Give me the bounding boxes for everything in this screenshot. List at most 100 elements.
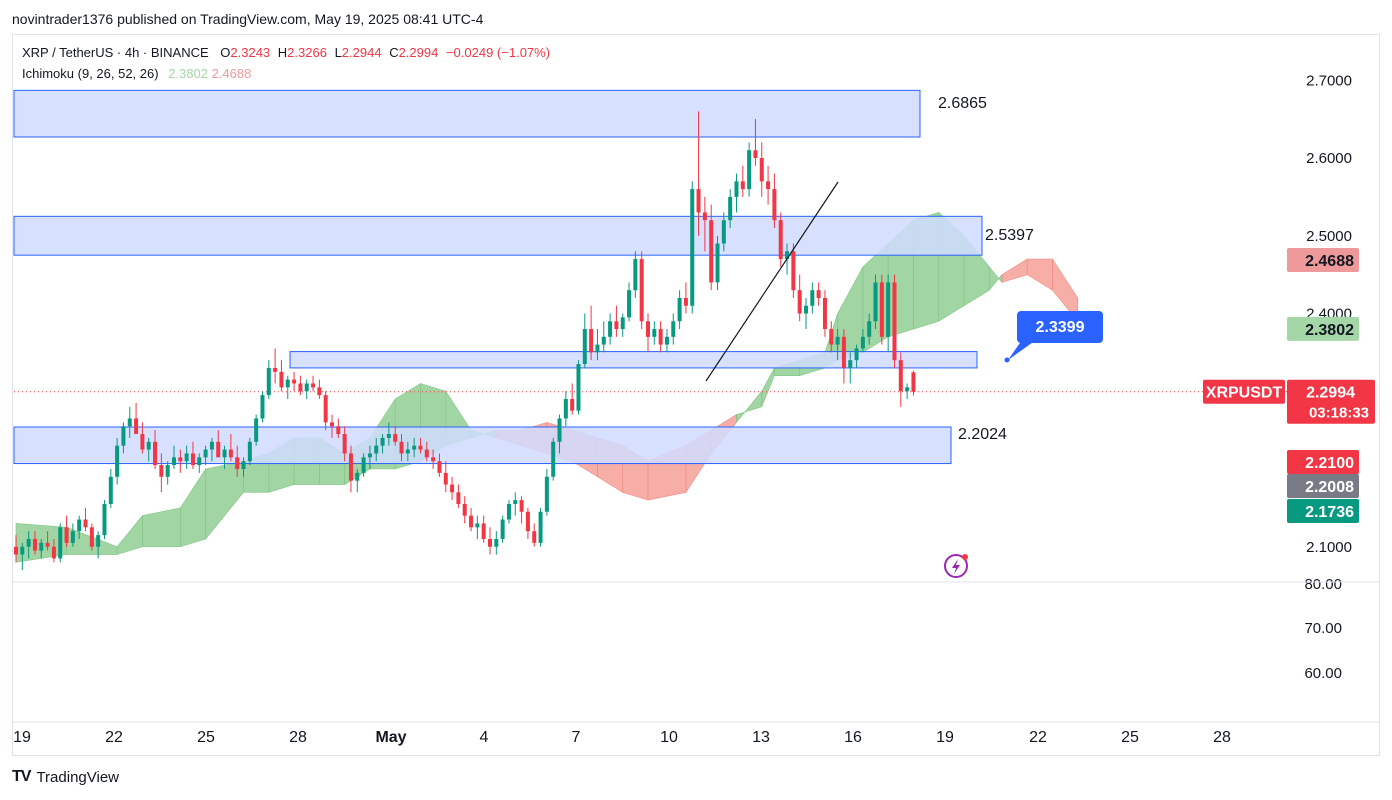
candle-body[interactable] <box>582 329 587 365</box>
candle-body[interactable] <box>172 457 176 466</box>
lightning-icon[interactable] <box>944 554 968 578</box>
candle-body[interactable] <box>721 220 726 244</box>
candle-body[interactable] <box>393 434 398 442</box>
candle-body[interactable] <box>576 364 581 411</box>
candle-body[interactable] <box>677 297 682 322</box>
candle-body[interactable] <box>279 371 284 388</box>
candle-body[interactable] <box>336 426 341 435</box>
candle-body[interactable] <box>355 472 360 481</box>
candle-body[interactable] <box>620 317 625 330</box>
candle-body[interactable] <box>860 336 865 349</box>
candle-body[interactable] <box>241 461 246 469</box>
candle-body[interactable] <box>753 150 758 158</box>
candle-body[interactable] <box>197 457 202 466</box>
candle-body[interactable] <box>639 259 644 322</box>
candle-body[interactable] <box>184 453 189 462</box>
candle-body[interactable] <box>424 449 429 458</box>
candle-body[interactable] <box>898 360 903 392</box>
candle-body[interactable] <box>437 461 442 473</box>
candle-body[interactable] <box>873 282 878 322</box>
candle-body[interactable] <box>469 515 474 528</box>
candle-body[interactable] <box>702 212 707 221</box>
candle-body[interactable] <box>570 399 575 411</box>
candle-body[interactable] <box>734 181 739 197</box>
candle-body[interactable] <box>519 500 524 512</box>
candle-body[interactable] <box>165 465 170 477</box>
candle-body[interactable] <box>778 220 783 260</box>
candle-body[interactable] <box>481 523 486 539</box>
candle-body[interactable] <box>513 500 518 504</box>
symbol-legend[interactable]: XRP / TetherUS · 4h · BINANCE O2.3243 H2… <box>22 45 550 60</box>
candle-body[interactable] <box>266 367 271 396</box>
candle-body[interactable] <box>323 395 328 423</box>
candle-body[interactable] <box>146 441 151 450</box>
candle-body[interactable] <box>32 538 37 551</box>
zone-rect[interactable] <box>289 351 978 369</box>
candle-body[interactable] <box>766 181 771 190</box>
zone-rect[interactable] <box>13 89 921 138</box>
candle-body[interactable] <box>829 329 834 345</box>
candle-body[interactable] <box>108 476 113 504</box>
candle-body[interactable] <box>96 535 101 547</box>
candle-body[interactable] <box>39 542 44 551</box>
candle-body[interactable] <box>70 531 75 543</box>
candle-body[interactable] <box>330 422 334 427</box>
candle-body[interactable] <box>140 434 145 450</box>
candle-body[interactable] <box>418 445 423 450</box>
candle-body[interactable] <box>532 531 537 543</box>
candle-body[interactable] <box>216 441 221 458</box>
candle-body[interactable] <box>652 329 657 337</box>
price-callout[interactable]: 2.3399 <box>1004 311 1104 363</box>
candle-body[interactable] <box>20 546 25 555</box>
candle-body[interactable] <box>759 158 764 182</box>
candle-body[interactable] <box>273 367 278 372</box>
candle-body[interactable] <box>190 453 195 466</box>
candle-body[interactable] <box>544 476 549 512</box>
candle-body[interactable] <box>83 519 88 528</box>
candle-body[interactable] <box>285 379 290 388</box>
candle-body[interactable] <box>386 434 391 438</box>
candle-body[interactable] <box>304 383 309 392</box>
zone-rect[interactable] <box>13 215 983 256</box>
candle-body[interactable] <box>608 321 613 337</box>
candle-body[interactable] <box>772 189 777 221</box>
candle-body[interactable] <box>683 297 688 306</box>
candle-body[interactable] <box>222 449 227 458</box>
candle-body[interactable] <box>450 484 455 493</box>
candle-body[interactable] <box>405 449 410 454</box>
indicator-legend[interactable]: Ichimoku (9, 26, 52, 26) 2.3802 2.4688 <box>22 66 251 81</box>
candle-body[interactable] <box>747 150 752 190</box>
candle-body[interactable] <box>292 379 297 384</box>
candle-body[interactable] <box>431 457 436 462</box>
candle-body[interactable] <box>89 527 94 547</box>
tradingview-logo[interactable]: TV TradingView <box>12 768 119 786</box>
candle-body[interactable] <box>879 282 884 337</box>
candle-body[interactable] <box>342 434 347 454</box>
candle-body[interactable] <box>822 297 827 330</box>
candle-body[interactable] <box>696 189 701 213</box>
candle-body[interactable] <box>664 336 669 345</box>
candle-body[interactable] <box>209 441 214 450</box>
candle-body[interactable] <box>835 336 840 345</box>
candle-body[interactable] <box>115 445 120 477</box>
candle-body[interactable] <box>816 290 821 298</box>
candle-body[interactable] <box>810 290 815 306</box>
candle-body[interactable] <box>26 538 31 547</box>
candle-body[interactable] <box>228 449 233 458</box>
candle-body[interactable] <box>690 189 695 306</box>
candle-body[interactable] <box>443 472 448 485</box>
candle-body[interactable] <box>317 387 322 396</box>
candle-body[interactable] <box>399 441 404 454</box>
candle-body[interactable] <box>627 290 632 318</box>
candle-body[interactable] <box>45 542 50 547</box>
candle-body[interactable] <box>127 418 132 427</box>
candle-body[interactable] <box>589 329 594 353</box>
candle-body[interactable] <box>551 441 556 477</box>
candle-body[interactable] <box>380 437 385 446</box>
candle-body[interactable] <box>797 290 802 314</box>
candle-body[interactable] <box>367 453 372 458</box>
candle-body[interactable] <box>715 243 720 283</box>
candle-body[interactable] <box>601 336 606 345</box>
candle-body[interactable] <box>563 399 568 419</box>
candle-body[interactable] <box>260 395 265 419</box>
